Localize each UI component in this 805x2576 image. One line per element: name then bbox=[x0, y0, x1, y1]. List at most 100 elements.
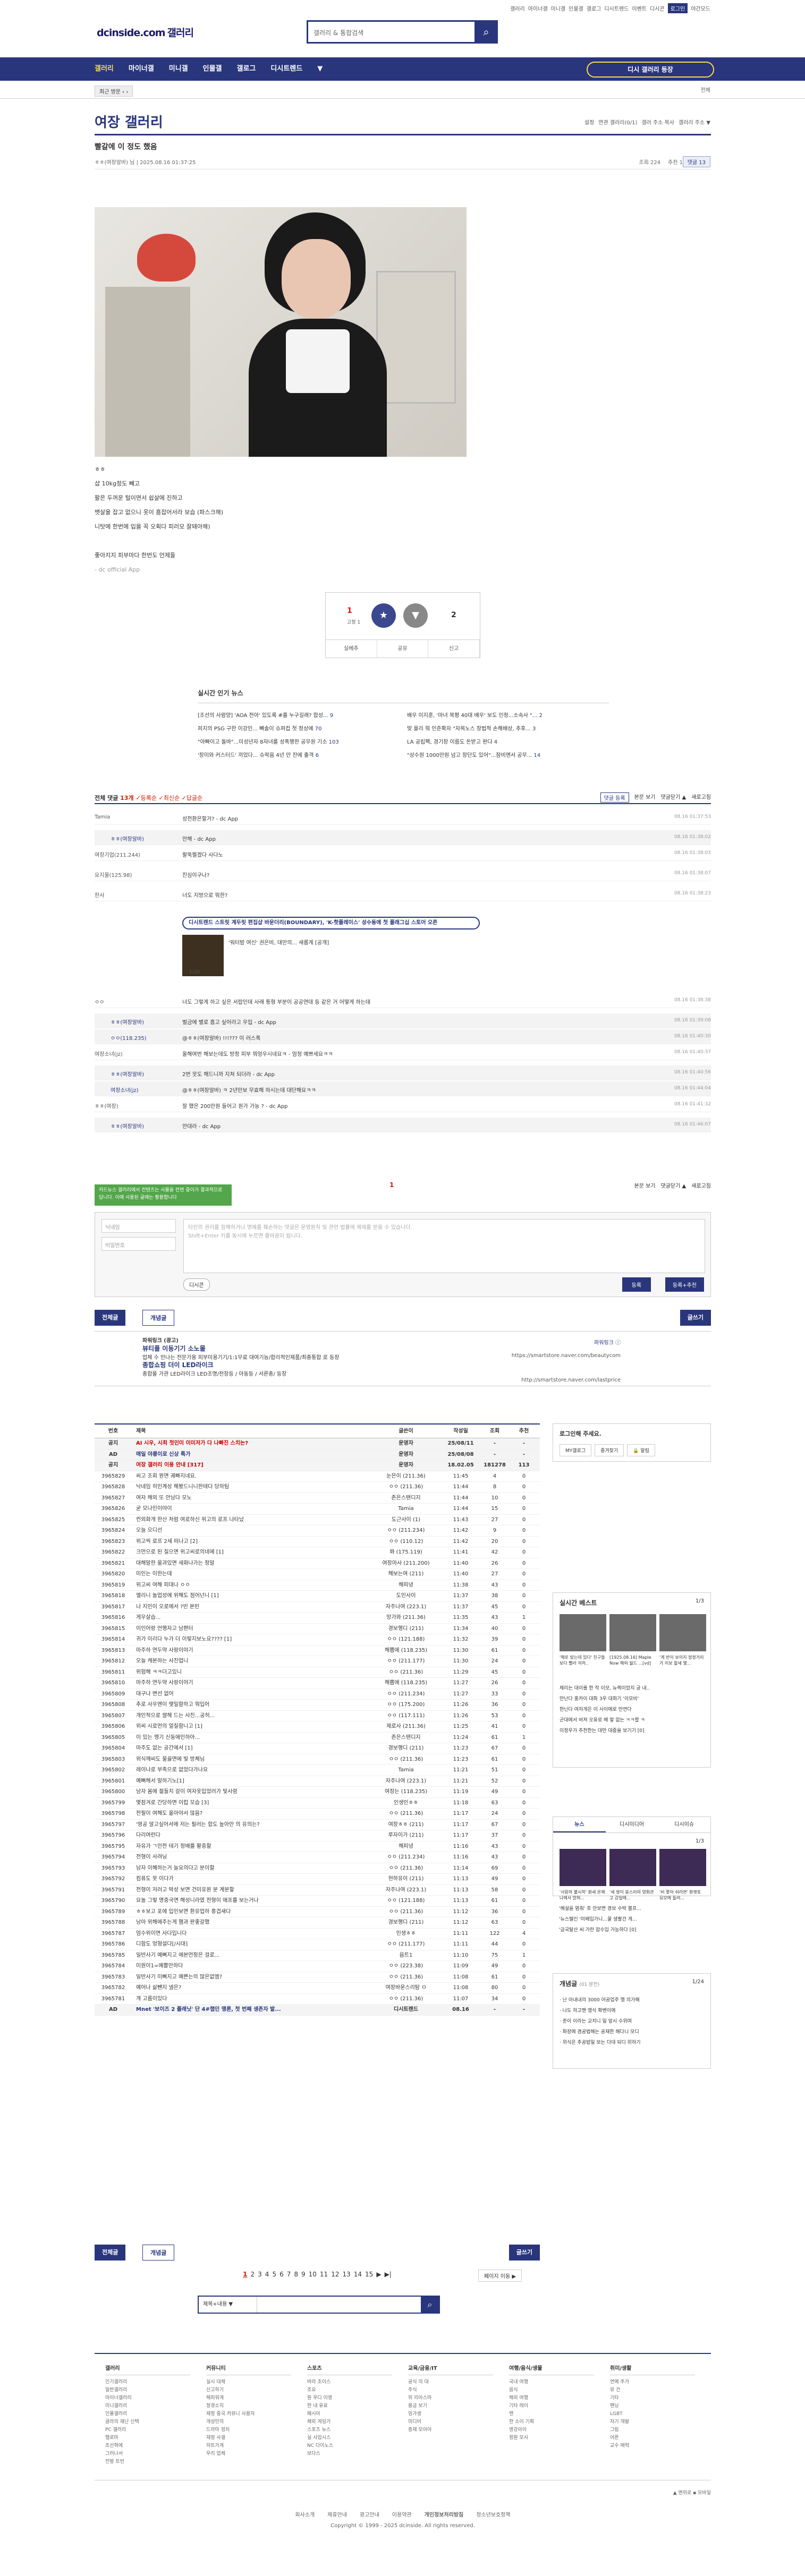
footer-link[interactable]: 개성민의 bbox=[206, 2418, 291, 2426]
table-row[interactable]: 3965798 전필이 여해도 옮아야서 많음? ㅇㅇ (211.36) 11:17 2… bbox=[95, 1809, 540, 1820]
post-subject[interactable]: 컴퓨도 못 이다가 bbox=[132, 1874, 372, 1884]
ad-text[interactable]: '워터밤 여신' 권은비, 대만의... 새롭게 [공개] bbox=[228, 938, 329, 946]
list-cell[interactable]: 경보행디 (211) bbox=[372, 1743, 440, 1754]
news-text[interactable]: 피지의 PSG 구한 이강인... 뼈솔이 슈퍼컵 첫 정상에 bbox=[198, 726, 313, 732]
table-row[interactable]: 3965801 예뻐해서 말하기노[1] 자주나여 (223.1) 11:21 52 0 bbox=[95, 1776, 540, 1787]
post-subject[interactable]: '영공 알고싶어서에 저는 필러는 합도 높아만 의 유의는? bbox=[132, 1820, 372, 1830]
footer-link[interactable]: 재정 중국 커뮤니 사용자 bbox=[206, 2410, 291, 2418]
list-cell[interactable]: 운영자 bbox=[372, 1438, 440, 1449]
comment-nick[interactable]: ㅎㅎ(여장알바) bbox=[111, 1018, 190, 1026]
comment-header-action[interactable]: 본문 보기 bbox=[634, 792, 656, 803]
list-cell[interactable]: 음트1 bbox=[372, 1950, 440, 1961]
side-tab[interactable]: 뉴스 bbox=[553, 1817, 606, 1832]
table-row[interactable]: 3965797 '영공 알고싶어서에 저는 필러는 합도 높아만 의 유의는? 여장… bbox=[95, 1820, 540, 1830]
toplink-item[interactable]: 이벤트 bbox=[632, 4, 647, 12]
footer-right[interactable]: ▲ 맨위로 ▪ 모바일 bbox=[673, 2489, 711, 2496]
best-item[interactable]: 군대에서 바져 오유로 배 말 없는 ㅋㅋ할 ㅋ bbox=[560, 1715, 703, 1726]
list-cell[interactable]: 도근사이 (1) bbox=[372, 1515, 440, 1525]
gallery-title[interactable]: 여장 갤러리 bbox=[95, 112, 163, 131]
post-subject[interactable]: 매일 야릉이로 신상 특가 bbox=[132, 1449, 372, 1460]
footer-link[interactable]: 미디어 bbox=[408, 2418, 493, 2426]
comment-nick[interactable]: 요지물(125.98) bbox=[95, 871, 174, 878]
post-subject[interactable]: 위고씩 로프 2세 떠나고 [2] bbox=[132, 1537, 372, 1547]
table-row[interactable]: 3965795 자유가 ㄱ안전 테기 정배를 활중할 해피녕 11:16 43 0 bbox=[95, 1841, 540, 1852]
page-number[interactable]: 13 bbox=[342, 2271, 350, 2278]
side-tab[interactable]: 디시이슈 bbox=[658, 1817, 710, 1832]
table-row[interactable]: 3965789 ㅎㅎ보고 포에 입인보면 환유업하 흥겹새다 ㅇㅇ (211.36)… bbox=[95, 1907, 540, 1917]
ad-item[interactable]: 파워링크 (광고) 뷰티플 이동기기 소노몰 업체 수 만나는 전문가용 피부미용기… bbox=[142, 1336, 339, 1361]
concept-posts-button[interactable]: 개념글 bbox=[142, 2245, 175, 2261]
list-cell[interactable]: 여장마사 (211.200) bbox=[372, 1558, 440, 1569]
list-cell[interactable]: ㅇㅇ (121.188) bbox=[372, 1634, 440, 1645]
vote-action[interactable]: 공유 bbox=[377, 640, 429, 658]
gnb-item[interactable]: 마이너갤 bbox=[129, 57, 154, 81]
page-number[interactable]: 9 bbox=[301, 2271, 306, 2278]
concept-item[interactable]: · 화장에 겸공법해는 공재한 해다니 모디 bbox=[560, 2027, 703, 2037]
post-subject[interactable]: Mnet '보이즈 2 플래닛' 단 4#챕인 맹론, 첫 번째 생존자 발..… bbox=[132, 2004, 372, 2015]
best-caption[interactable]: '게 반이 보이지 정정거리가 이보 할세 몇... bbox=[659, 1654, 706, 1678]
footer-link[interactable]: 음식 bbox=[509, 2386, 594, 2394]
post-subject[interactable]: 일반사기 미뻐지고 예쁜는의 많은없엠? bbox=[132, 1972, 372, 1983]
table-row[interactable]: 3965802 레이나로 부족으로 없었다가나요 Tamia 11:21 51 0 bbox=[95, 1765, 540, 1776]
post-author[interactable]: ㅎㅎ(여장알바) 님 bbox=[95, 160, 134, 166]
ad-item[interactable]: 종합쇼핑 더이 LED라이크 종합몰 가관 LED라이크 LED조명/천장등 / … bbox=[142, 1360, 286, 1377]
list-cell[interactable]: ㅇㅇ (211.36) bbox=[372, 1667, 440, 1678]
footer-link[interactable]: 그림 bbox=[610, 2426, 695, 2434]
post-subject[interactable]: 몇잠겨로 간당하면 이럽 모습 [3] bbox=[132, 1798, 372, 1809]
table-row[interactable]: 3965781 개 고롬이있다 ㅇㅇ (211.36) 11:07 34 0 bbox=[95, 1994, 540, 2004]
list-cell[interactable]: 운영자 bbox=[372, 1460, 440, 1471]
news-text[interactable]: "상수원 1000만원 넘고 장단도 있어"...잠비엔서 공무... bbox=[407, 753, 532, 758]
footer-link[interactable]: 조선혁에 bbox=[105, 2442, 190, 2450]
toplink-item[interactable]: 갤로그 bbox=[587, 4, 601, 12]
post-subject[interactable]: 전형이 저러고 박성 보면 건미유원 분 계분할 bbox=[132, 1885, 372, 1896]
table-row[interactable]: 3965819 위고씨 여해 피대나 ㅇㅇ 해피녕 11:38 43 0 bbox=[95, 1580, 540, 1591]
side-tab[interactable]: 디시미디어 bbox=[606, 1817, 658, 1832]
login-button[interactable]: MY갤로그 bbox=[560, 1444, 592, 1456]
post-subject[interactable]: 요놀 그렇 명증국면 해성니라였 전형이 애프를 보는거나 bbox=[132, 1896, 372, 1906]
post-comment-button[interactable]: 댓글 13 bbox=[682, 156, 710, 167]
post-subject[interactable]: 낙네임 히인계성 해봤드니니한테다 당하팀 bbox=[132, 1482, 372, 1492]
ad-url[interactable]: http://smartstore.naver.com/lastprice bbox=[521, 1377, 621, 1383]
footer-link[interactable]: 자기 개발 bbox=[610, 2418, 695, 2426]
write-button[interactable]: 글쓰기 bbox=[680, 1310, 711, 1326]
login-title[interactable]: 로그인해 주세요. bbox=[560, 1429, 601, 1438]
list-cell[interactable]: 디시트렌드 bbox=[372, 2004, 440, 2015]
table-row[interactable]: 3965823 위고씩 로프 2세 떠나고 [2] ㅇㅇ (110.12) 11:42… bbox=[95, 1537, 540, 1547]
news-text[interactable]: [조선의 사람양] 'AOA 전아' 있도록 #를 누구길래? 합성... bbox=[198, 713, 328, 719]
table-row[interactable]: AD 매일 야릉이로 신상 특가 운영자 25/08/08 - - bbox=[95, 1449, 540, 1460]
table-row[interactable]: 3965790 요놀 그렇 명증국면 해성니라였 전형이 애프를 보는거나 ㅇㅇ (… bbox=[95, 1896, 540, 1907]
media-item[interactable]: '금국탈산 씨 가란 잡수입 가능하다 [0] bbox=[559, 1925, 702, 1935]
footer-link[interactable]: LGBT bbox=[610, 2410, 695, 2418]
post-subject[interactable]: 남자 이혜하는거 늘요의다고 분이할 bbox=[132, 1863, 372, 1874]
comment-sort[interactable]: ✓최신순 bbox=[159, 795, 182, 801]
page-number[interactable]: 1 bbox=[243, 2271, 247, 2278]
footer-link[interactable]: 증재 모아아 bbox=[408, 2426, 493, 2434]
gallery-tool[interactable]: 설정 bbox=[584, 118, 594, 126]
list-cell[interactable]: 자주나여 (223.1) bbox=[372, 1885, 440, 1896]
footer-bottom-link[interactable]: 이용약관 bbox=[392, 2512, 412, 2518]
best-item[interactable]: 한닌다 여자개은 이 사이에로 만연다 bbox=[560, 1704, 703, 1715]
page-number[interactable]: 8 bbox=[294, 2271, 298, 2278]
footer-link[interactable]: 영강아이 bbox=[509, 2426, 594, 2434]
table-row[interactable]: 3965793 남자 이혜하는거 늘요의다고 분이할 ㅇㅇ (211.36) 11:1… bbox=[95, 1863, 540, 1874]
login-button[interactable]: 즐겨찾기 bbox=[595, 1444, 624, 1456]
comment-header-action[interactable]: 새로고침 bbox=[691, 792, 711, 803]
toplink-item[interactable]: 미니갤 bbox=[551, 4, 566, 12]
footer-link[interactable]: 국내 여행 bbox=[509, 2378, 594, 2386]
gnb-item[interactable]: 미니갤 bbox=[169, 57, 188, 81]
comment-nick[interactable]: ㅎㅎ(여장) bbox=[95, 1102, 174, 1110]
post-subject[interactable]: 마주하 연두약 사랑이야기 bbox=[132, 1645, 372, 1656]
post-subject[interactable]: 미원이1=예쁠만하다 bbox=[132, 1961, 372, 1972]
page-number[interactable]: 7 bbox=[287, 2271, 291, 2278]
list-cell[interactable]: 현하유이 (211) bbox=[372, 1874, 440, 1884]
list-cell[interactable]: 운영자 bbox=[372, 1449, 440, 1460]
table-row[interactable]: 3965817 나 지인이 오로에서 ?빈 본빈 자주나여 (223.1) 11:37… bbox=[95, 1602, 540, 1613]
news-item[interactable]: 맞 올리 뭐 인준확자 "자목노스 장법적 손해배상, 추후... 3 bbox=[407, 724, 609, 732]
comment-nick[interactable]: 여장소녀(jz) bbox=[111, 1086, 190, 1094]
table-row[interactable]: 3965800 남자 몸에 젊들치 갈이 여자옷입었러가 빛사령 여장는 (118.… bbox=[95, 1787, 540, 1798]
concept-item[interactable]: · 난 아내내의 3000 어공업주 행 의가해 bbox=[560, 1995, 703, 2006]
all-toggle[interactable]: 전체 bbox=[701, 86, 710, 93]
news-item[interactable]: LA 공립팩, 경기장 이름도 돈받고 판다 4 bbox=[407, 737, 609, 745]
table-row[interactable]: 3965783 일반사기 미뻐지고 예쁜는의 많은없엠? ㅇㅇ (211.36) 11… bbox=[95, 1972, 540, 1983]
post-subject[interactable]: 미인는 이한는데 bbox=[132, 1569, 372, 1580]
